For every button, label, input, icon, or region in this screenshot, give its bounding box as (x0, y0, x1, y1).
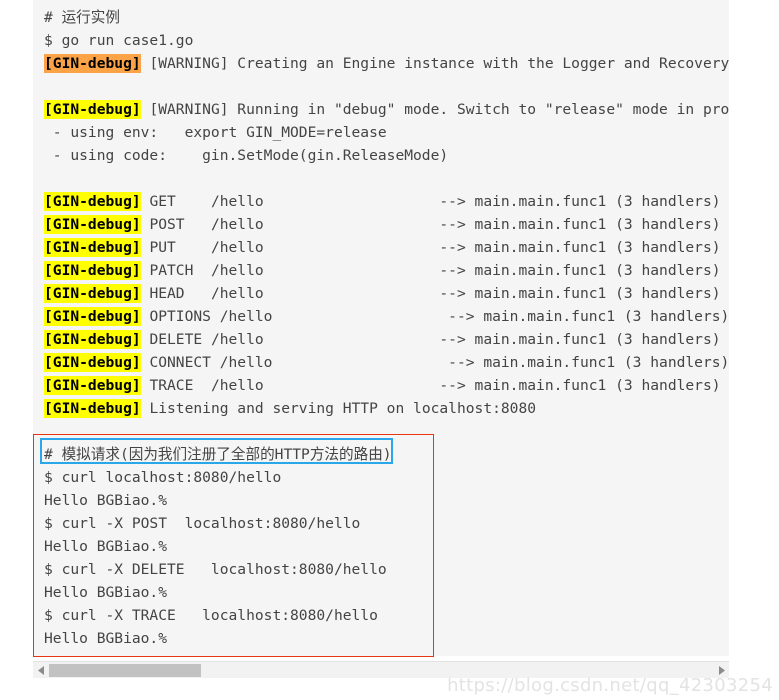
terminal-line: $ curl localhost:8080/hello (44, 466, 729, 489)
terminal-line-text: Listening and serving HTTP on localhost:… (140, 400, 537, 417)
terminal-line: [GIN-debug] OPTIONS /hello --> main.main… (44, 305, 729, 328)
terminal-line: [GIN-debug] CONNECT /hello --> main.main… (44, 351, 729, 374)
terminal-line-text: CONNECT /hello --> main.main.func1 (3 ha… (140, 354, 729, 371)
terminal-line: [GIN-debug] [WARNING] Running in "debug"… (44, 98, 729, 121)
terminal-line-text (44, 423, 53, 440)
triangle-left-icon[interactable] (33, 662, 49, 679)
gin-debug-tag: [GIN-debug] (44, 307, 141, 326)
terminal-line-text: GET /hello --> main.main.func1 (3 handle… (140, 193, 721, 210)
terminal-line-text: POST /hello --> main.main.func1 (3 handl… (140, 216, 721, 233)
terminal-line-text: $ go run case1.go (44, 32, 194, 49)
gin-debug-tag: [GIN-debug] (44, 54, 141, 73)
terminal-line: [GIN-debug] [WARNING] Creating an Engine… (44, 52, 729, 75)
gin-debug-tag: [GIN-debug] (44, 330, 141, 349)
terminal-line: # 运行实例 (44, 6, 729, 29)
terminal-line-list: # 运行实例 $ go run case1.go [GIN-debug] [WARN… (44, 6, 729, 650)
terminal-line: - using code: gin.SetMode(gin.ReleaseMod… (44, 144, 729, 167)
terminal-line: [GIN-debug] PATCH /hello --> main.main.f… (44, 259, 729, 282)
terminal-line-text (44, 170, 53, 187)
terminal-line-text: PATCH /hello --> main.main.func1 (3 hand… (140, 262, 721, 279)
terminal-line: [GIN-debug] PUT /hello --> main.main.fun… (44, 236, 729, 259)
terminal-line (44, 75, 729, 98)
terminal-line (44, 420, 729, 443)
watermark: https://blog.csdn.net/qq_42303254 (447, 675, 773, 696)
terminal-line-text: PUT /hello --> main.main.func1 (3 handle… (140, 239, 721, 256)
terminal-line-text: OPTIONS /hello --> main.main.func1 (3 ha… (140, 308, 729, 325)
terminal-line: $ curl -X DELETE localhost:8080/hello (44, 558, 729, 581)
terminal-line-text: [WARNING] Running in "debug" mode. Switc… (149, 101, 729, 118)
gin-debug-tag: [GIN-debug] (44, 261, 141, 280)
gin-debug-tag: [GIN-debug] (44, 399, 141, 418)
terminal-code-block[interactable]: # 运行实例 $ go run case1.go [GIN-debug] [WARN… (33, 0, 729, 656)
gin-debug-tag: [GIN-debug] (44, 100, 141, 119)
gin-debug-tag: [GIN-debug] (44, 215, 141, 234)
terminal-line: # 模拟请求(因为我们注册了全部的HTTP方法的路由) (44, 443, 729, 466)
gin-debug-tag: [GIN-debug] (44, 192, 141, 211)
terminal-line: $ curl -X POST localhost:8080/hello (44, 512, 729, 535)
page-root: # 运行实例 $ go run case1.go [GIN-debug] [WARN… (0, 0, 779, 700)
terminal-line: [GIN-debug] TRACE /hello --> main.main.f… (44, 374, 729, 397)
scrollbar-thumb[interactable] (49, 663, 201, 677)
terminal-line: $ curl -X TRACE localhost:8080/hello (44, 604, 729, 627)
terminal-line-text: $ curl localhost:8080/hello (44, 469, 282, 486)
terminal-line: [GIN-debug] POST /hello --> main.main.fu… (44, 213, 729, 236)
terminal-line-text: Hello BGBiao.% (44, 630, 168, 647)
terminal-line: [GIN-debug] Listening and serving HTTP o… (44, 397, 729, 420)
terminal-line-text: # 模拟请求(因为我们注册了全部的HTTP方法的路由) (44, 446, 392, 463)
terminal-line: Hello BGBiao.% (44, 581, 729, 604)
terminal-line: [GIN-debug] GET /hello --> main.main.fun… (44, 190, 729, 213)
terminal-line-text: Hello BGBiao.% (44, 584, 168, 601)
terminal-line (44, 167, 729, 190)
terminal-line-text: TRACE /hello --> main.main.func1 (3 hand… (140, 377, 721, 394)
terminal-line: Hello BGBiao.% (44, 627, 729, 650)
gin-debug-tag: [GIN-debug] (44, 238, 141, 257)
terminal-line: Hello BGBiao.% (44, 535, 729, 558)
gin-debug-tag: [GIN-debug] (44, 284, 141, 303)
terminal-line: [GIN-debug] HEAD /hello --> main.main.fu… (44, 282, 729, 305)
terminal-line-text: HEAD /hello --> main.main.func1 (3 handl… (140, 285, 721, 302)
gin-debug-tag: [GIN-debug] (44, 353, 141, 372)
terminal-line-text: Hello BGBiao.% (44, 492, 168, 509)
terminal-line-text: $ curl -X DELETE localhost:8080/hello (44, 561, 387, 578)
terminal-line-text: - using code: gin.SetMode(gin.ReleaseMod… (44, 147, 449, 164)
terminal-line-text: $ curl -X POST localhost:8080/hello (44, 515, 361, 532)
gin-debug-tag: [GIN-debug] (44, 376, 141, 395)
terminal-line: Hello BGBiao.% (44, 489, 729, 512)
terminal-line: - using env: export GIN_MODE=release (44, 121, 729, 144)
terminal-line-text: - using env: export GIN_MODE=release (44, 124, 387, 141)
terminal-line: [GIN-debug] DELETE /hello --> main.main.… (44, 328, 729, 351)
terminal-line-text: $ curl -X TRACE localhost:8080/hello (44, 607, 378, 624)
terminal-line-text: [WARNING] Creating an Engine instance wi… (149, 55, 729, 72)
terminal-line-text: DELETE /hello --> main.main.func1 (3 han… (140, 331, 721, 348)
terminal-line: $ go run case1.go (44, 29, 729, 52)
terminal-line-text: Hello BGBiao.% (44, 538, 168, 555)
terminal-line-text: # 运行实例 (44, 9, 120, 26)
terminal-line-text (44, 78, 53, 95)
